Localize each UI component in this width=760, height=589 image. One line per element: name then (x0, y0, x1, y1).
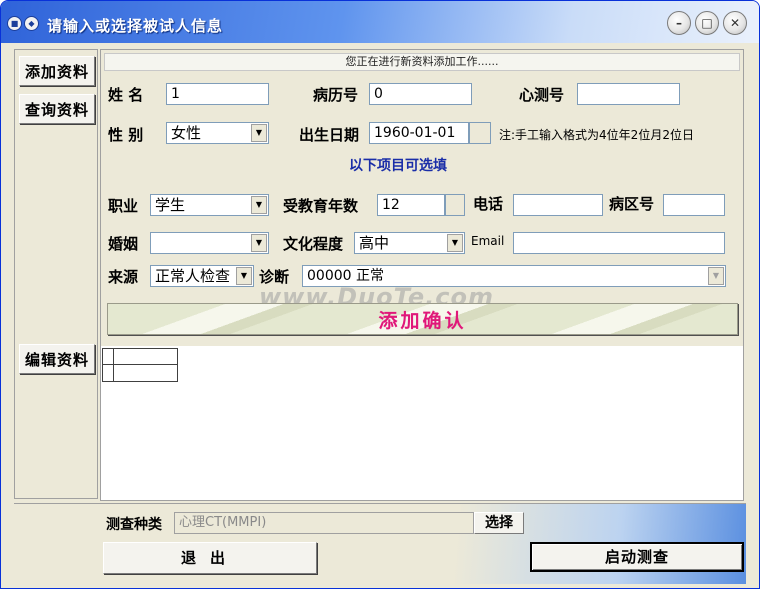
source-value: 正常人检查 (155, 267, 231, 285)
edu-years-spinner[interactable] (445, 194, 465, 216)
phone-label: 电话 (473, 195, 504, 213)
close-icon[interactable]: ✕ (723, 11, 747, 35)
chevron-down-icon[interactable]: ▼ (251, 124, 267, 142)
phone-input[interactable] (513, 194, 603, 216)
email-label: Email (471, 234, 505, 248)
bottom-bar: 测查种类 心理CT(MMPI) 选择 退出 启动测查 (14, 503, 746, 584)
test-category-label: 测查种类 (106, 517, 162, 533)
source-label: 来源 (108, 268, 139, 286)
diagnosis-value: 00000 正常 (307, 268, 384, 284)
source-select[interactable]: 正常人检查 ▼ (150, 265, 254, 287)
job-value: 学生 (155, 196, 186, 214)
add-record-button[interactable]: 添加资料 (19, 56, 95, 86)
edu-level-label: 文化程度 (283, 235, 344, 253)
edu-years-input[interactable]: 12 (377, 194, 445, 216)
chevron-down-icon[interactable]: ▼ (251, 234, 267, 252)
date-picker-button[interactable] (469, 122, 491, 144)
main-panel: 您正在进行新资料添加工作...... 姓 名 1 病历号 0 心测号 性 别 女… (100, 49, 744, 501)
main-window: ■ ◆ 请输入或选择被试人信息 – □ ✕ 添加资料 查询资料 编辑资料 您正在… (0, 0, 760, 589)
psych-number-input[interactable] (577, 83, 680, 105)
start-test-button[interactable]: 启动测查 (530, 542, 744, 572)
choose-category-button[interactable]: 选择 (474, 512, 524, 534)
record-label: 病历号 (313, 86, 359, 104)
optional-heading: 以下项目可选填 (349, 158, 447, 174)
title-bar[interactable]: ■ ◆ 请输入或选择被试人信息 – □ ✕ (1, 1, 759, 43)
birth-date-input[interactable]: 1960-01-01 (369, 122, 469, 144)
edu-level-value: 高中 (359, 234, 390, 252)
minimize-icon[interactable]: – (667, 11, 691, 35)
grid-row-indicator (113, 349, 114, 381)
maximize-icon[interactable]: □ (695, 11, 719, 35)
email-input[interactable] (513, 232, 725, 254)
record-input[interactable]: 0 (369, 83, 472, 105)
marriage-label: 婚姻 (108, 235, 139, 253)
gender-select[interactable]: 女性 ▼ (166, 122, 269, 144)
name-label: 姓 名 (108, 86, 144, 104)
chevron-down-icon[interactable]: ▼ (236, 267, 252, 285)
form-area: 您正在进行新资料添加工作...... 姓 名 1 病历号 0 心测号 性 别 女… (101, 50, 743, 346)
birth-format-note: 注:手工输入格式为4位年2位月2位日 (499, 128, 694, 142)
psych-number-label: 心测号 (519, 86, 565, 104)
chevron-down-icon[interactable]: ▼ (251, 196, 267, 214)
chevron-down-icon[interactable]: ▼ (708, 267, 724, 285)
test-category-field: 心理CT(MMPI) (174, 512, 474, 534)
sidebar: 添加资料 查询资料 编辑资料 (14, 49, 98, 499)
window-title: 请输入或选择被试人信息 (47, 17, 224, 35)
gender-label: 性 别 (108, 126, 144, 144)
ward-label: 病区号 (609, 195, 655, 213)
grid-header-row (103, 349, 177, 365)
window-controls: – □ ✕ (667, 11, 747, 35)
query-record-button[interactable]: 查询资料 (19, 94, 95, 124)
records-grid[interactable] (102, 348, 178, 382)
birth-date-label: 出生日期 (299, 126, 360, 144)
ward-input[interactable] (663, 194, 725, 216)
name-input[interactable]: 1 (166, 83, 269, 105)
edu-years-label: 受教育年数 (283, 197, 359, 215)
edit-record-button[interactable]: 编辑资料 (19, 344, 95, 374)
gender-value: 女性 (171, 124, 202, 142)
marriage-select[interactable]: ▼ (150, 232, 269, 254)
title-icon-group: ■ ◆ (7, 16, 39, 31)
exit-button[interactable]: 退出 (103, 542, 317, 574)
add-confirm-button[interactable]: 添加确认 (107, 303, 738, 335)
job-label: 职业 (108, 197, 139, 215)
edu-level-select[interactable]: 高中 ▼ (354, 232, 465, 254)
job-select[interactable]: 学生 ▼ (150, 194, 269, 216)
menu-chevron-icon[interactable]: ◆ (24, 16, 39, 31)
app-icon[interactable]: ■ (7, 16, 22, 31)
status-bar: 您正在进行新资料添加工作...... (104, 53, 740, 71)
chevron-down-icon[interactable]: ▼ (447, 234, 463, 252)
